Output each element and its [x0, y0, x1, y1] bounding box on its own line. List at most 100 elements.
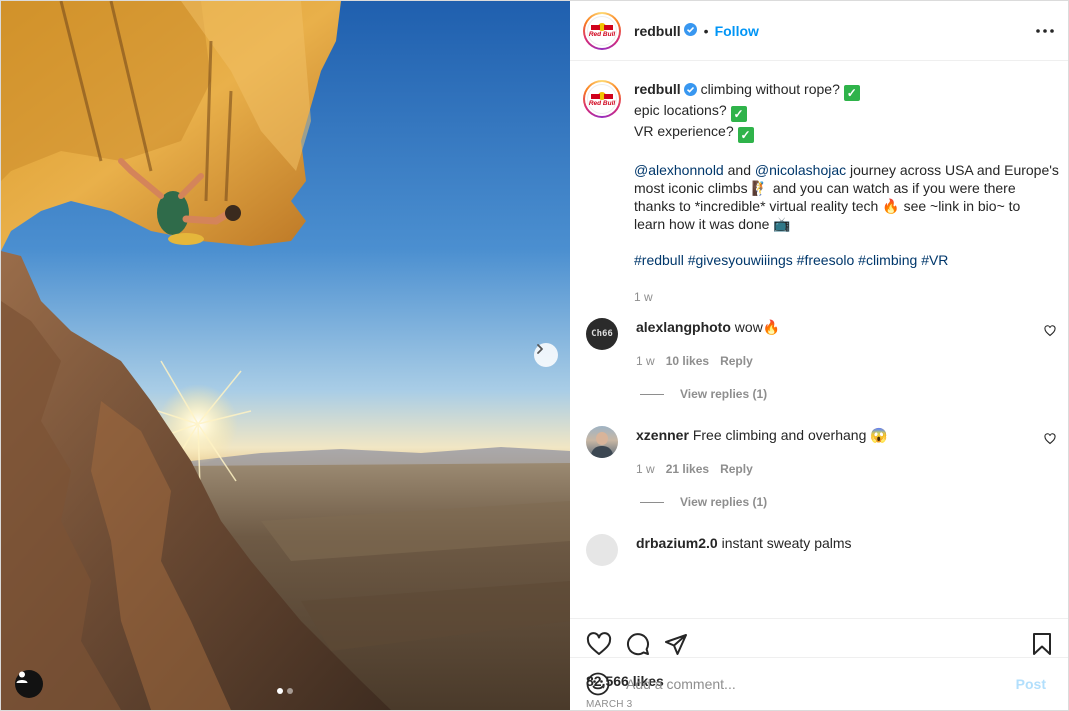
check-mark-emoji-icon: ✓ [843, 85, 860, 101]
tv-emoji-icon: 📺 [773, 216, 791, 232]
share-button[interactable] [664, 632, 688, 656]
mention-link[interactable]: @alexhonnold [634, 162, 724, 178]
verified-badge-icon [683, 22, 697, 39]
fire-emoji-icon: 🔥 [882, 198, 900, 214]
like-comment-button[interactable] [1044, 324, 1056, 340]
caption-timestamp[interactable]: 1 w [634, 288, 1064, 306]
caption-line: learn how it was done [634, 216, 770, 232]
author-username[interactable]: redbull [634, 23, 681, 39]
like-comment-button[interactable] [1044, 432, 1056, 448]
caption-line: most iconic climbs [634, 180, 748, 196]
caption-line: VR experience? [634, 123, 734, 139]
post-caption: Red Bull redbull climbing without rope? … [583, 80, 1064, 306]
check-mark-emoji-icon: ✓ [737, 127, 754, 143]
save-button[interactable] [1032, 632, 1052, 656]
scream-emoji-icon: 😱 [870, 427, 888, 443]
header-separator: • [703, 22, 709, 39]
smiley-icon [586, 672, 610, 696]
bookmark-icon [1033, 633, 1051, 655]
comment-timestamp[interactable]: 1 w [636, 460, 655, 478]
follow-button[interactable]: Follow [715, 23, 759, 39]
caption-word: and [727, 162, 751, 178]
post-comment-button[interactable]: Post [1016, 676, 1046, 692]
comment-item: drbazium2.0 instant sweaty palms [586, 534, 1056, 566]
post-side-panel: Red Bull redbull • Follow Red Bull redbu… [570, 1, 1068, 710]
heart-icon [1044, 325, 1056, 337]
carousel-dot-active [277, 688, 283, 694]
commenter-username[interactable]: xzenner [636, 427, 689, 443]
comment-item: xzenner Free climbing and overhang 😱 1 w… [586, 426, 1056, 478]
comment-input[interactable] [626, 676, 1016, 692]
comments-section[interactable]: Red Bull redbull climbing without rope? … [570, 61, 1068, 619]
reply-button[interactable]: Reply [720, 460, 753, 478]
tagged-users-button[interactable] [15, 670, 43, 698]
carousel-indicator [277, 688, 293, 694]
redbull-logo-text: Red Bull [588, 31, 616, 38]
caption-line: journey across USA and Europe's [850, 162, 1059, 178]
author-avatar[interactable]: Red Bull [583, 11, 621, 50]
avatar-initials: Ch66 [591, 329, 613, 339]
comment-likes[interactable]: 21 likes [666, 460, 709, 478]
commenter-avatar[interactable] [586, 534, 618, 566]
post-header: Red Bull redbull • Follow [570, 1, 1068, 61]
caption-author-avatar[interactable]: Red Bull [583, 80, 621, 118]
hashtag-link[interactable]: #VR [921, 252, 948, 268]
commenter-avatar[interactable] [586, 426, 618, 458]
view-replies-label: View replies (1) [680, 495, 768, 509]
caption-line: and you can watch as if you were there [772, 180, 1016, 196]
chevron-right-icon [537, 344, 543, 354]
redbull-logo: Red Bull [587, 15, 617, 46]
avatar-shoulders [591, 446, 613, 458]
avatar-face [596, 432, 608, 445]
commenter-username[interactable]: drbazium2.0 [636, 535, 718, 551]
comment-bubble-icon [627, 633, 649, 656]
redbull-logo: Red Bull [587, 84, 617, 114]
heart-icon [1044, 433, 1056, 445]
hashtag-link[interactable]: #climbing [858, 252, 917, 268]
reply-button[interactable]: Reply [720, 352, 753, 370]
replies-divider [640, 393, 664, 395]
view-replies-button[interactable]: View replies (1) [640, 495, 767, 509]
comment-text: Free climbing and overhang [692, 427, 867, 443]
check-mark-emoji-icon: ✓ [730, 106, 747, 122]
comment-timestamp[interactable]: 1 w [636, 352, 655, 370]
mention-link[interactable]: @nicolashojac [755, 162, 846, 178]
comment-likes[interactable]: 10 likes [666, 352, 709, 370]
more-options-button[interactable] [1036, 28, 1054, 33]
redbull-bulls-icon [591, 91, 613, 100]
like-button[interactable] [586, 632, 612, 656]
hashtag-link[interactable]: #freesolo [797, 252, 855, 268]
caption-line: see ~link in bio~ to [903, 198, 1021, 214]
comment-text: instant sweaty palms [721, 535, 852, 551]
climber-photo-illustration [1, 1, 570, 710]
emoji-picker-button[interactable] [586, 672, 610, 696]
caption-username[interactable]: redbull [634, 81, 681, 97]
add-comment-bar: Post [570, 657, 1068, 710]
caption-line: thanks to *incredible* virtual reality t… [634, 198, 879, 214]
caption-text: redbull climbing without rope? ✓ epic lo… [634, 80, 1064, 306]
post-dialog: Red Bull redbull • Follow Red Bull redbu… [0, 0, 1069, 711]
comment-button[interactable] [626, 632, 650, 656]
view-replies-button[interactable]: View replies (1) [640, 387, 767, 401]
redbull-bulls-icon [591, 23, 613, 31]
carousel-dot [287, 688, 293, 694]
user-tag-icon [16, 671, 28, 683]
view-replies-label: View replies (1) [680, 387, 768, 401]
comment-item: Ch66 alexlangphoto wow🔥 1 w 10 likes Rep… [586, 318, 1056, 370]
post-photo[interactable] [1, 1, 570, 710]
fire-emoji-icon: 🔥 [762, 319, 781, 335]
next-photo-button[interactable] [534, 343, 558, 367]
redbull-logo-text: Red Bull [588, 99, 616, 107]
climber-emoji-icon: 🧗 [751, 180, 769, 196]
more-options-icon [1036, 28, 1054, 33]
caption-line: epic locations? [634, 102, 727, 118]
hashtag-link[interactable]: #redbull [634, 252, 684, 268]
verified-badge-icon [683, 82, 697, 100]
commenter-avatar[interactable]: Ch66 [586, 318, 618, 350]
hashtag-link[interactable]: #givesyouwiiings [688, 252, 793, 268]
heart-icon [586, 632, 612, 655]
commenter-username[interactable]: alexlangphoto [636, 319, 731, 335]
comment-text: wow [734, 319, 763, 335]
